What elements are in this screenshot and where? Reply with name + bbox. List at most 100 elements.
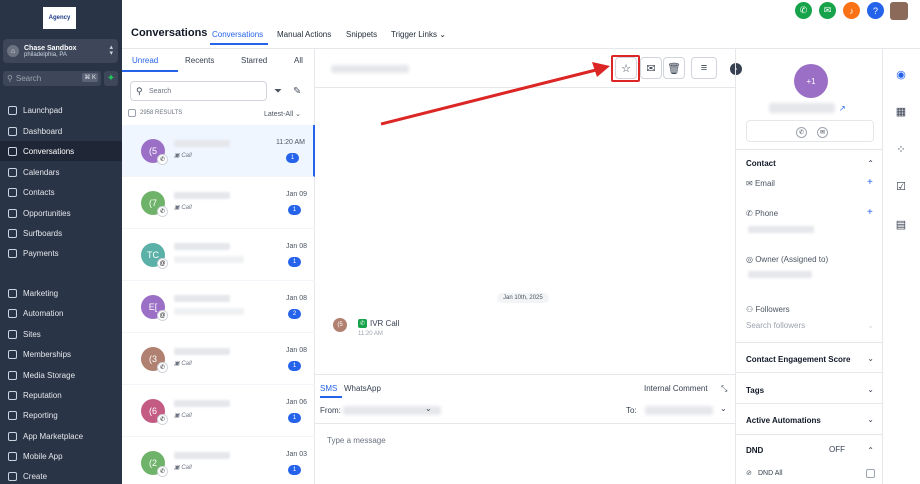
section-tags[interactable]: Tags [746,386,764,395]
tab-snippets[interactable]: Snippets [346,30,377,39]
email-label: ✉ Email [746,179,775,188]
list-item[interactable]: (3 ✆ ▣ Call Jan 08 1 [122,333,315,385]
add-email-button[interactable]: + [867,177,873,188]
filter-icon[interactable]: ⏷ [274,86,282,97]
divider [736,403,883,404]
sidebar-item-app-marketplace[interactable]: App Marketplace [0,426,122,446]
owner-value-blurred[interactable] [748,271,812,278]
sidebar-item-media-storage[interactable]: Media Storage [0,365,122,385]
bell-icon[interactable]: ♪ [843,2,860,19]
chevron-down-icon[interactable]: ⌄ [867,385,874,394]
unread-count-badge: 2 [288,309,301,319]
phone-icon[interactable]: ✆ [795,2,812,19]
filter-lines-icon[interactable]: ≡ [691,57,717,79]
chevron-up-icon[interactable]: ⌃ [867,446,874,455]
section-engagement-score[interactable]: Contact Engagement Score [746,355,850,364]
sort-dropdown[interactable]: Latest-All ⌄ [264,110,301,118]
sidebar-item-memberships[interactable]: Memberships [0,344,122,364]
sidebar-item-marketing[interactable]: Marketing [0,283,122,303]
right-icon-strip: ◉ ▦ ⁘ ☑ ▤ [882,49,920,484]
chevron-up-icon[interactable]: ⌃ [867,159,874,168]
notes-icon[interactable]: ▤ [894,217,908,231]
contact-profile-icon[interactable]: ◉ [894,67,908,81]
sidebar-item-conversations[interactable]: Conversations [0,141,122,161]
tab-whatsapp[interactable]: WhatsApp [344,384,381,393]
sidebar-item-calendars[interactable]: Calendars [0,162,122,182]
contact-name-blurred [331,65,409,73]
chevron-down-icon[interactable]: ⌄ [720,404,727,413]
tab-sms[interactable]: SMS [320,384,337,393]
tab-all[interactable]: All [294,56,303,65]
megaphone-icon[interactable]: ✉ [819,2,836,19]
section-contact[interactable]: Contact [746,159,776,168]
list-item[interactable]: TC@▣ Jan 081 [122,229,315,281]
contacts-icon [8,187,17,197]
funnel-icon [8,208,17,218]
expand-icon[interactable]: ⤡ [721,384,727,394]
sidebar-item-contacts[interactable]: Contacts [0,182,122,202]
conversation-date: Jan 09 [285,191,307,198]
message-input[interactable]: Type a message [327,436,386,445]
mark-read-icon[interactable]: ✉ [640,57,662,79]
sidebar-item-reporting[interactable]: Reporting [0,405,122,425]
phone-icon[interactable]: ✆ [796,127,807,138]
compose-icon[interactable]: ✎ [293,86,301,97]
memberships-icon [8,349,17,359]
email-icon[interactable]: ✉ [817,127,828,138]
sidebar-item-sites[interactable]: Sites [0,324,122,344]
list-item[interactable]: (7 ✆ ▣ Call Jan 09 1 [122,177,315,229]
tab-conversations[interactable]: Conversations [212,30,263,39]
channel-label: ▣ Call [174,153,192,159]
sidebar-item-opportunities[interactable]: Opportunities [0,203,122,223]
list-item[interactable]: (5 ✆ ▣ Call 11:20 AM 1 [122,125,315,177]
tab-unread[interactable]: Unread [132,56,158,65]
followers-search-input[interactable]: Search followers [746,321,805,330]
tasks-icon[interactable]: ☑ [894,179,908,193]
chevron-down-icon: ⌄ [295,111,302,118]
conversation-view: ☆ ✉ 🗑 ≡ › Jan 10th, 2025 (5 ✆ IVR Call 1… [315,49,742,484]
chevron-down-icon[interactable]: ⌄ [867,415,874,424]
trash-icon[interactable]: 🗑 [663,57,685,79]
sidebar-item-create[interactable]: Create [0,466,122,484]
section-dnd[interactable]: DND [746,446,763,455]
conversation-date: Jan 08 [285,295,307,302]
tab-manual-actions[interactable]: Manual Actions [277,30,331,39]
user-avatar[interactable] [890,2,908,20]
list-item[interactable]: (6 ✆ ▣ Call Jan 06 1 [122,385,315,437]
unread-count-badge: 1 [288,361,301,371]
chevron-down-icon[interactable]: ⌄ [867,354,874,363]
automation-icon [8,308,17,318]
list-item[interactable]: (2 ✆ ▣ Call Jan 03 1 [122,437,315,484]
section-active-automations[interactable]: Active Automations [746,416,821,425]
tab-starred[interactable]: Starred [241,56,267,65]
sidebar-item-automation[interactable]: Automation [0,303,122,323]
location-switcher[interactable]: ⌂ Chase Sandbox philadelphia, PA ▴ ▾ [3,39,118,63]
chevron-down-icon[interactable]: ⌄ [867,321,874,330]
chevron-down-icon[interactable]: ⌄ [425,404,432,413]
sidebar-item-mobile-app[interactable]: Mobile App [0,446,122,466]
add-phone-button[interactable]: + [867,207,873,218]
phone-icon: ✆ [358,319,367,328]
sidebar-item-payments[interactable]: Payments [0,243,122,263]
channel-label: ▣ Call [174,205,192,211]
conversation-search-input[interactable]: ⚲ Search [130,81,267,101]
user-icon: ◎ [746,255,756,264]
sidebar-item-dashboard[interactable]: Dashboard [0,121,122,141]
sidebar-search[interactable]: ⚲ Search ⌘ K [3,71,101,86]
mobile-icon [8,451,17,461]
to-number-blurred[interactable] [645,406,713,415]
help-icon[interactable]: ? [867,2,884,19]
sidebar-item-surfboards[interactable]: Surfboards [0,223,122,243]
external-link-icon[interactable]: ↗ [839,104,846,113]
sidebar-item-launchpad[interactable]: Launchpad [0,100,122,120]
tab-trigger-links[interactable]: Trigger Links ⌄ [391,30,446,39]
calendar-icon[interactable]: ▦ [894,104,908,118]
sidebar-item-reputation[interactable]: Reputation [0,385,122,405]
quick-add-button[interactable]: ✦ [104,71,118,86]
select-all-checkbox[interactable] [128,109,136,117]
dnd-all-checkbox[interactable] [866,469,875,478]
apps-icon[interactable]: ⁘ [894,142,908,156]
list-item[interactable]: E[@▣ Jan 082 [122,281,315,333]
internal-comment-tab[interactable]: Internal Comment [644,384,708,393]
tab-recents[interactable]: Recents [185,56,214,65]
